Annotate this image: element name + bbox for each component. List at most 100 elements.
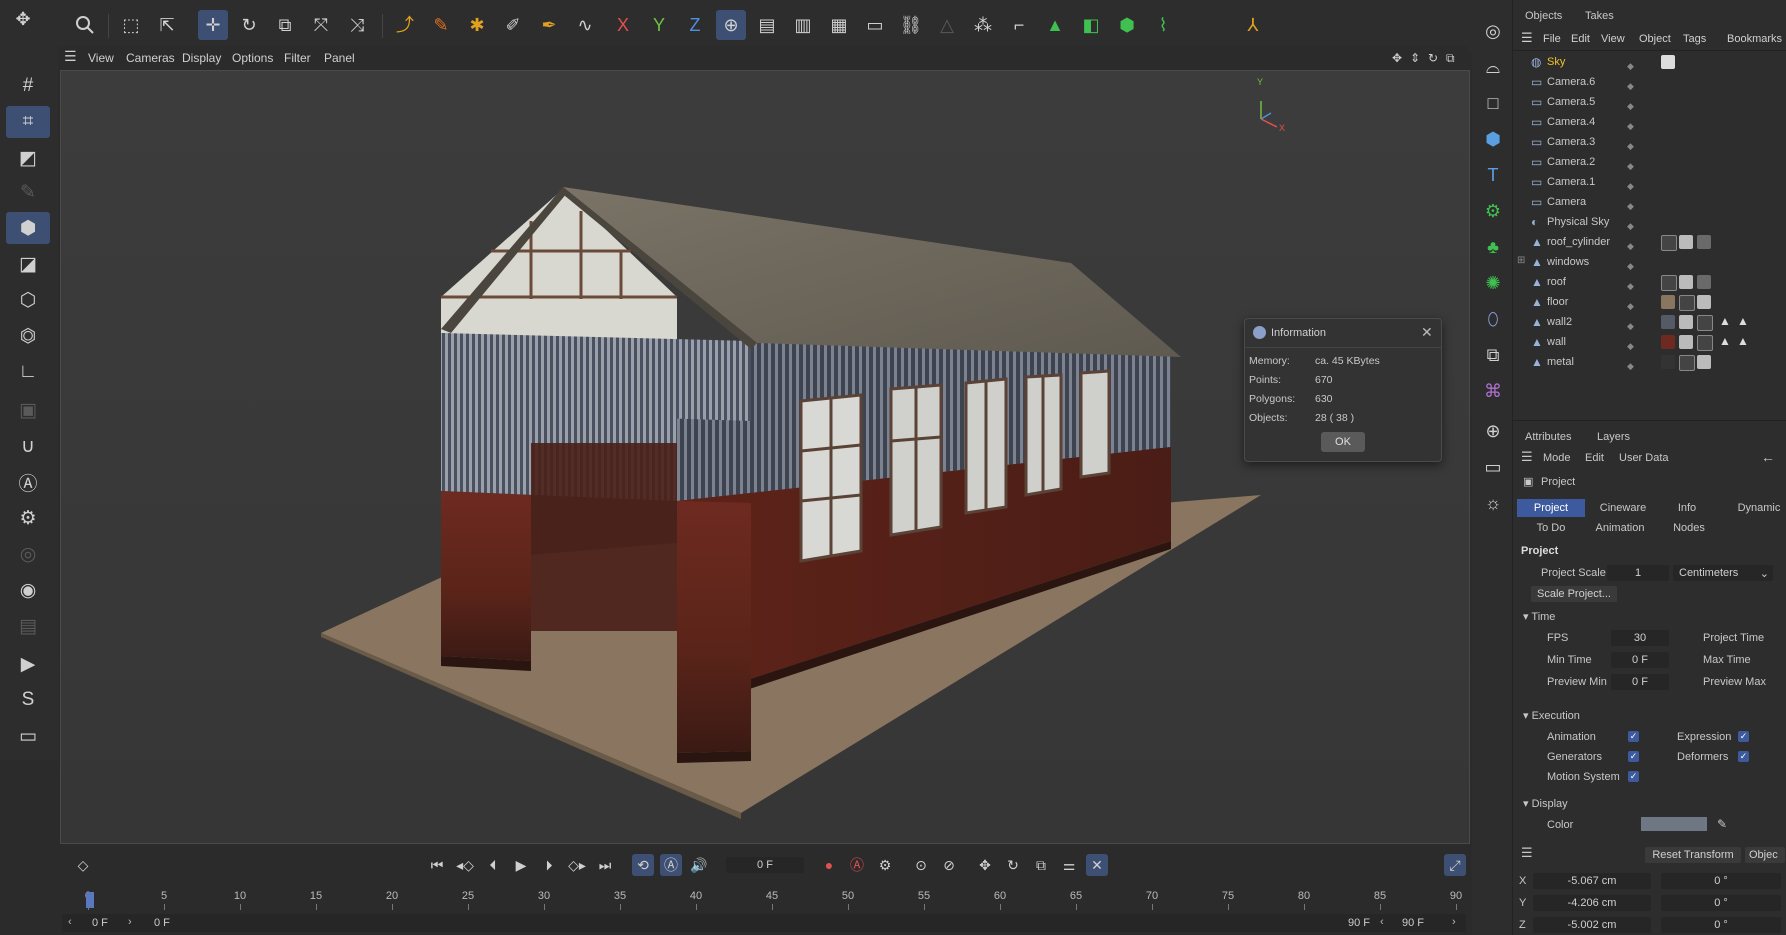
preview-min-field[interactable]: 0 F: [1611, 674, 1669, 690]
subtab-todo[interactable]: To Do: [1523, 519, 1579, 537]
pattern-tool-icon[interactable]: ✱: [462, 10, 492, 40]
polygons-mode-icon[interactable]: ⏣: [6, 320, 50, 352]
subtab-cineware[interactable]: Cineware: [1589, 499, 1657, 517]
key-pla-icon[interactable]: ✕: [1086, 854, 1108, 876]
key-rotation-icon[interactable]: ↻: [1002, 854, 1024, 876]
object-row-roof-cylinder[interactable]: ▲ roof_cylinder: [1513, 232, 1786, 252]
sketch-tool-icon[interactable]: ∿: [570, 10, 600, 40]
uvw-tag-icon[interactable]: [1679, 355, 1695, 371]
am-menu-user-data[interactable]: User Data: [1619, 452, 1669, 464]
fps-field[interactable]: 30: [1611, 630, 1669, 646]
material-tag-icon[interactable]: [1661, 315, 1675, 329]
object-row-camera1[interactable]: ▭ Camera.1: [1513, 172, 1786, 192]
render-picture-viewer-icon[interactable]: ▥: [788, 10, 818, 40]
object-row-camera5[interactable]: ▭ Camera.5: [1513, 92, 1786, 112]
min-time-field[interactable]: 0 F: [1611, 652, 1669, 668]
material-tag-icon[interactable]: [1661, 335, 1675, 349]
range-right-arrow-icon[interactable]: ›: [128, 916, 132, 928]
back-arrow-icon[interactable]: ←: [1761, 449, 1775, 465]
move-tool-icon[interactable]: ✛: [198, 10, 228, 40]
om-menu-tags[interactable]: Tags: [1683, 33, 1706, 45]
color-swatch[interactable]: [1641, 817, 1707, 831]
om-menu-bookmarks[interactable]: Bookmarks: [1727, 33, 1782, 45]
magnet-icon[interactable]: ∪: [6, 430, 50, 462]
texture-tag-icon[interactable]: [1679, 315, 1693, 329]
object-row-windows[interactable]: ⊞ ▲ windows: [1513, 252, 1786, 272]
phong-tag-icon[interactable]: ▲: [1719, 334, 1731, 348]
auto-keying-icon[interactable]: Ⓐ: [660, 854, 682, 876]
snap-icon[interactable]: ⁂: [968, 10, 998, 40]
uvw-tag-icon[interactable]: [1661, 275, 1677, 291]
object-coords-select[interactable]: Objec: [1745, 847, 1785, 863]
live-selection-icon[interactable]: ⇱: [152, 10, 182, 40]
execution-group-toggle[interactable]: ▾ Execution: [1523, 709, 1580, 722]
texture-tag-icon[interactable]: [1679, 275, 1693, 289]
y-position-field[interactable]: -4.206 cm: [1533, 895, 1651, 911]
autokey-record-icon[interactable]: Ⓐ: [846, 854, 868, 876]
texture-tag-icon[interactable]: [1697, 355, 1711, 369]
cube-primitive-icon[interactable]: ◧: [1076, 10, 1106, 40]
field-icon[interactable]: ⬯: [1478, 304, 1508, 334]
keyframe-settings-icon[interactable]: ⚙: [874, 854, 896, 876]
material-tag-icon[interactable]: [1661, 355, 1675, 369]
subtab-project[interactable]: Project: [1517, 499, 1585, 517]
object-row-wall2[interactable]: ▲ wall2 ▲ ▲: [1513, 312, 1786, 332]
material-tag-icon[interactable]: [1661, 55, 1675, 69]
eyedropper-icon[interactable]: ✎: [1717, 817, 1727, 831]
phong-tag-icon[interactable]: ▲: [1737, 314, 1749, 328]
paint-tool-icon[interactable]: ✎: [426, 10, 456, 40]
am-menu-mode[interactable]: Mode: [1543, 452, 1571, 464]
cube-icon[interactable]: ⬢: [1478, 124, 1508, 154]
layer-icon[interactable]: ▤: [6, 610, 50, 642]
object-row-camera2[interactable]: ▭ Camera.2: [1513, 152, 1786, 172]
play-button[interactable]: ▶: [510, 854, 532, 876]
zoom-view-icon[interactable]: ⇕: [1410, 51, 1420, 65]
mograph-icon[interactable]: ♣: [1478, 232, 1508, 262]
object-row-camera4[interactable]: ▭ Camera.4: [1513, 112, 1786, 132]
object-row-metal[interactable]: ▲ metal: [1513, 352, 1786, 372]
go-to-start-button[interactable]: ⏮: [426, 854, 448, 876]
spline-pen-icon[interactable]: ✒: [534, 10, 564, 40]
z-axis-lock-button[interactable]: Z: [680, 10, 710, 40]
transform-tool-icon[interactable]: ⤧: [306, 10, 336, 40]
om-menu-file[interactable]: File: [1543, 33, 1561, 45]
sound-icon[interactable]: 🔊: [688, 854, 710, 876]
viewport-menu-display[interactable]: Display: [182, 51, 221, 65]
object-row-camera[interactable]: ▭ Camera: [1513, 192, 1786, 212]
link-icon[interactable]: ⛓: [896, 10, 926, 40]
next-frame-button[interactable]: ⏵: [538, 854, 560, 876]
solo-icon[interactable]: ◎: [6, 538, 50, 570]
start-frame-field[interactable]: 0 F: [92, 917, 108, 929]
grid-icon[interactable]: #: [6, 70, 50, 102]
effector-icon[interactable]: ✺: [1478, 268, 1508, 298]
playhead[interactable]: [86, 892, 94, 908]
maximize-view-icon[interactable]: ⧉: [1446, 51, 1455, 66]
mesh-primitive-icon[interactable]: ▲: [1040, 10, 1070, 40]
generators-checkbox[interactable]: ✓: [1628, 751, 1639, 762]
subtab-info[interactable]: Info: [1653, 499, 1721, 517]
axis-mode-icon[interactable]: ∟: [6, 356, 50, 388]
key-scale-param-icon[interactable]: ⧉: [1030, 854, 1052, 876]
object-row-wall[interactable]: ▲ wall ▲ ▲: [1513, 332, 1786, 352]
tab-takes[interactable]: Takes: [1585, 10, 1614, 22]
sculpt-mode-icon[interactable]: ✎: [6, 176, 50, 208]
am-menu-edit[interactable]: Edit: [1585, 452, 1604, 464]
object-row-floor[interactable]: ▲ floor: [1513, 292, 1786, 312]
object-row-sky[interactable]: ◍ Sky: [1513, 52, 1786, 72]
project-scale-field[interactable]: 1: [1607, 565, 1669, 581]
project-scale-unit-select[interactable]: Centimeters ⌄: [1673, 565, 1773, 581]
viewport-menu-icon[interactable]: ☰: [64, 48, 77, 65]
timeline-expand-icon[interactable]: ⤢: [1444, 854, 1466, 876]
object-row-camera6[interactable]: ▭ Camera.6: [1513, 72, 1786, 92]
key-param-icon[interactable]: ⚌: [1058, 854, 1080, 876]
rotate-view-icon[interactable]: ↻: [1428, 51, 1438, 65]
volume-icon[interactable]: ⧉: [1478, 340, 1508, 370]
reset-transform-button[interactable]: Reset Transform: [1645, 847, 1741, 863]
uvw-tag-icon[interactable]: [1679, 295, 1695, 311]
expression-checkbox[interactable]: ✓: [1738, 731, 1749, 742]
uvw-tag-icon[interactable]: [1661, 235, 1677, 251]
rectangle-spline-icon[interactable]: □: [1478, 88, 1508, 118]
coords-menu-icon[interactable]: ☰: [1521, 845, 1533, 861]
phong-tag-icon[interactable]: ▲: [1719, 314, 1731, 328]
next-key-button[interactable]: ◇▸: [566, 854, 588, 876]
